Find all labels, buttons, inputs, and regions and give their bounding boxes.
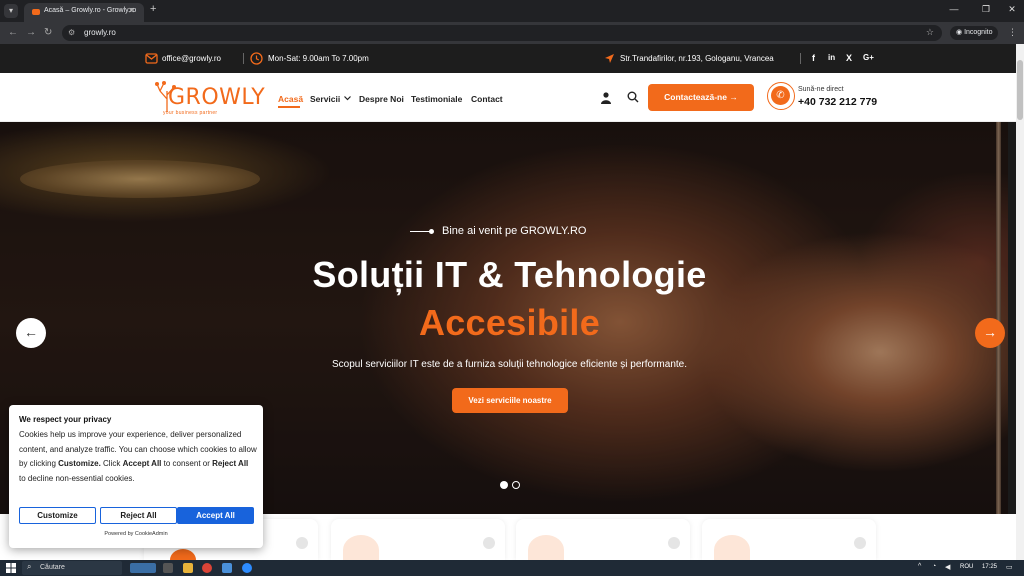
hero-title: Soluții IT & Tehnologie xyxy=(312,254,707,295)
url-text[interactable]: growly.ro xyxy=(84,28,116,37)
location-arrow-icon xyxy=(605,54,614,63)
card-decoration xyxy=(296,537,308,549)
logo-text[interactable]: GROWLY xyxy=(168,85,265,110)
hero-pretitle: Bine ai venit pe GROWLY.RO xyxy=(442,225,587,237)
browser-toolbar: ← → ↻ ⚙ growly.ro ☆ xyxy=(0,22,1024,44)
topbar-email[interactable]: office@growly.ro xyxy=(162,54,221,63)
tab-close-icon[interactable]: ✕ xyxy=(128,6,135,15)
topbar-hours: Mon-Sat: 9.00am To 7.00pm xyxy=(268,54,369,63)
slider-dot[interactable] xyxy=(512,481,520,489)
new-tab-icon[interactable]: + xyxy=(150,3,156,15)
cookie-customize-button[interactable]: Customize xyxy=(19,507,96,524)
contact-us-button[interactable]: Contactează-ne → xyxy=(648,84,754,111)
cookie-title: We respect your privacy xyxy=(19,415,112,424)
hero-title-accent: Accesibile xyxy=(418,302,601,343)
scrollbar-thumb[interactable] xyxy=(1017,60,1023,120)
cookie-powered-by[interactable]: Powered by CookieAdmin xyxy=(9,531,263,537)
nav-testimonials[interactable]: Testimoniale xyxy=(411,94,462,104)
logo-tagline: your business partner xyxy=(163,110,218,116)
page-scrollbar[interactable] xyxy=(1016,44,1024,560)
facebook-icon[interactable]: f xyxy=(812,53,815,63)
topbar-address: Str.Trandafirilor, nr.193, Gologanu, Vra… xyxy=(620,54,774,63)
app-icon[interactable] xyxy=(222,563,232,573)
language-indicator[interactable]: ROU xyxy=(960,564,973,570)
pretitle-line xyxy=(410,231,430,232)
site-header: GROWLY your business partner Acasă Servi… xyxy=(0,73,1024,122)
nav-home[interactable]: Acasă xyxy=(278,94,303,104)
forward-icon[interactable]: → xyxy=(26,27,36,38)
chevron-down-icon[interactable] xyxy=(344,96,351,101)
taskbar-search-placeholder: Căutare xyxy=(40,564,65,571)
slider-prev-arrow-icon[interactable]: ← xyxy=(16,318,46,348)
site-info-icon[interactable]: ⚙ xyxy=(68,28,75,37)
tray-chevron-icon[interactable]: ^ xyxy=(918,563,921,570)
nav-about[interactable]: Despre Noi xyxy=(359,94,404,104)
slider-next-arrow-icon[interactable]: → xyxy=(975,318,1005,348)
notification-icon[interactable]: ▭ xyxy=(1006,563,1013,571)
cookie-reject-button[interactable]: Reject All xyxy=(100,507,177,524)
hero-subtitle: Scopul serviciilor IT este de a furniza … xyxy=(332,359,687,370)
view-services-button[interactable]: Vezi serviciile noastre xyxy=(452,388,568,413)
nav-active-underline xyxy=(278,106,300,108)
email-icon xyxy=(145,53,158,64)
phone-label: Sună-ne direct xyxy=(798,86,844,93)
x-twitter-icon[interactable]: X xyxy=(846,53,852,63)
clock-icon xyxy=(250,52,263,65)
nav-contact[interactable]: Contact xyxy=(471,94,503,104)
clock[interactable]: 17:25 xyxy=(982,564,997,570)
cookie-accept-button[interactable]: Accept All xyxy=(177,507,254,524)
card-decoration xyxy=(854,537,866,549)
chrome-icon[interactable] xyxy=(202,563,212,573)
reload-icon[interactable]: ↻ xyxy=(44,27,52,38)
window-close-icon[interactable]: ✕ xyxy=(1002,4,1022,15)
minimize-icon[interactable]: — xyxy=(944,4,964,14)
pretitle-dot xyxy=(429,229,434,234)
divider xyxy=(243,53,244,64)
site-favicon-icon xyxy=(32,9,40,15)
cookie-text: Cookies help us improve your experience,… xyxy=(19,430,257,483)
taskbar-search[interactable]: ⌕ Căutare xyxy=(22,561,122,575)
top-info-bar: office@growly.ro Mon-Sat: 9.00am To 7.00… xyxy=(0,44,1024,73)
linkedin-icon[interactable]: in xyxy=(828,53,835,62)
phone-handset-icon: ✆ xyxy=(771,86,790,105)
tab-title: Acasă – Growly.ro - Growly.ro xyxy=(44,7,137,14)
phone-number[interactable]: +40 732 212 779 xyxy=(798,96,877,108)
google-plus-icon[interactable]: G+ xyxy=(863,53,874,62)
back-icon[interactable]: ← xyxy=(8,27,18,38)
cookie-consent-banner: We respect your privacy Cookies help us … xyxy=(9,405,263,548)
file-explorer-icon[interactable] xyxy=(183,563,193,573)
browser-tab[interactable]: Acasă – Growly.ro - Growly.ro ✕ xyxy=(24,3,144,22)
service-card[interactable] xyxy=(516,519,690,565)
nav-services[interactable]: Servicii xyxy=(310,94,340,104)
incognito-badge: ◉ Incognito xyxy=(950,26,999,40)
os-taskbar: ⌕ Căutare ^ ◔ ◀ ROU 17:25 ▭ xyxy=(0,560,1024,576)
divider xyxy=(800,53,801,64)
card-decoration xyxy=(483,537,495,549)
task-view-icon[interactable] xyxy=(163,563,173,573)
restore-icon[interactable]: ❐ xyxy=(976,4,996,15)
tab-search-icon[interactable]: ▾ xyxy=(4,4,18,18)
taskbar-widget-icon[interactable] xyxy=(130,563,156,573)
phone-icon[interactable]: ✆ xyxy=(767,82,795,110)
browser-tabbar: ▾ Acasă – Growly.ro - Growly.ro ✕ + — ❐ … xyxy=(0,0,1024,22)
address-bar[interactable]: ⚙ growly.ro ☆ xyxy=(62,25,942,41)
bookmark-star-icon[interactable]: ☆ xyxy=(926,27,934,38)
user-icon[interactable] xyxy=(601,92,611,104)
search-icon: ⌕ xyxy=(27,562,32,571)
card-decoration xyxy=(668,537,680,549)
network-icon[interactable]: ◔ xyxy=(932,563,936,570)
windows-start-icon[interactable] xyxy=(6,563,16,573)
slider-dot-active[interactable] xyxy=(500,481,508,489)
incognito-label: Incognito xyxy=(964,29,993,36)
browser-menu-icon[interactable]: ⋮ xyxy=(1008,27,1017,38)
volume-icon[interactable]: ◀ xyxy=(945,563,950,571)
service-card[interactable] xyxy=(702,519,876,565)
zoom-icon[interactable] xyxy=(242,563,252,573)
service-card[interactable] xyxy=(331,519,505,565)
search-icon[interactable] xyxy=(627,91,639,103)
